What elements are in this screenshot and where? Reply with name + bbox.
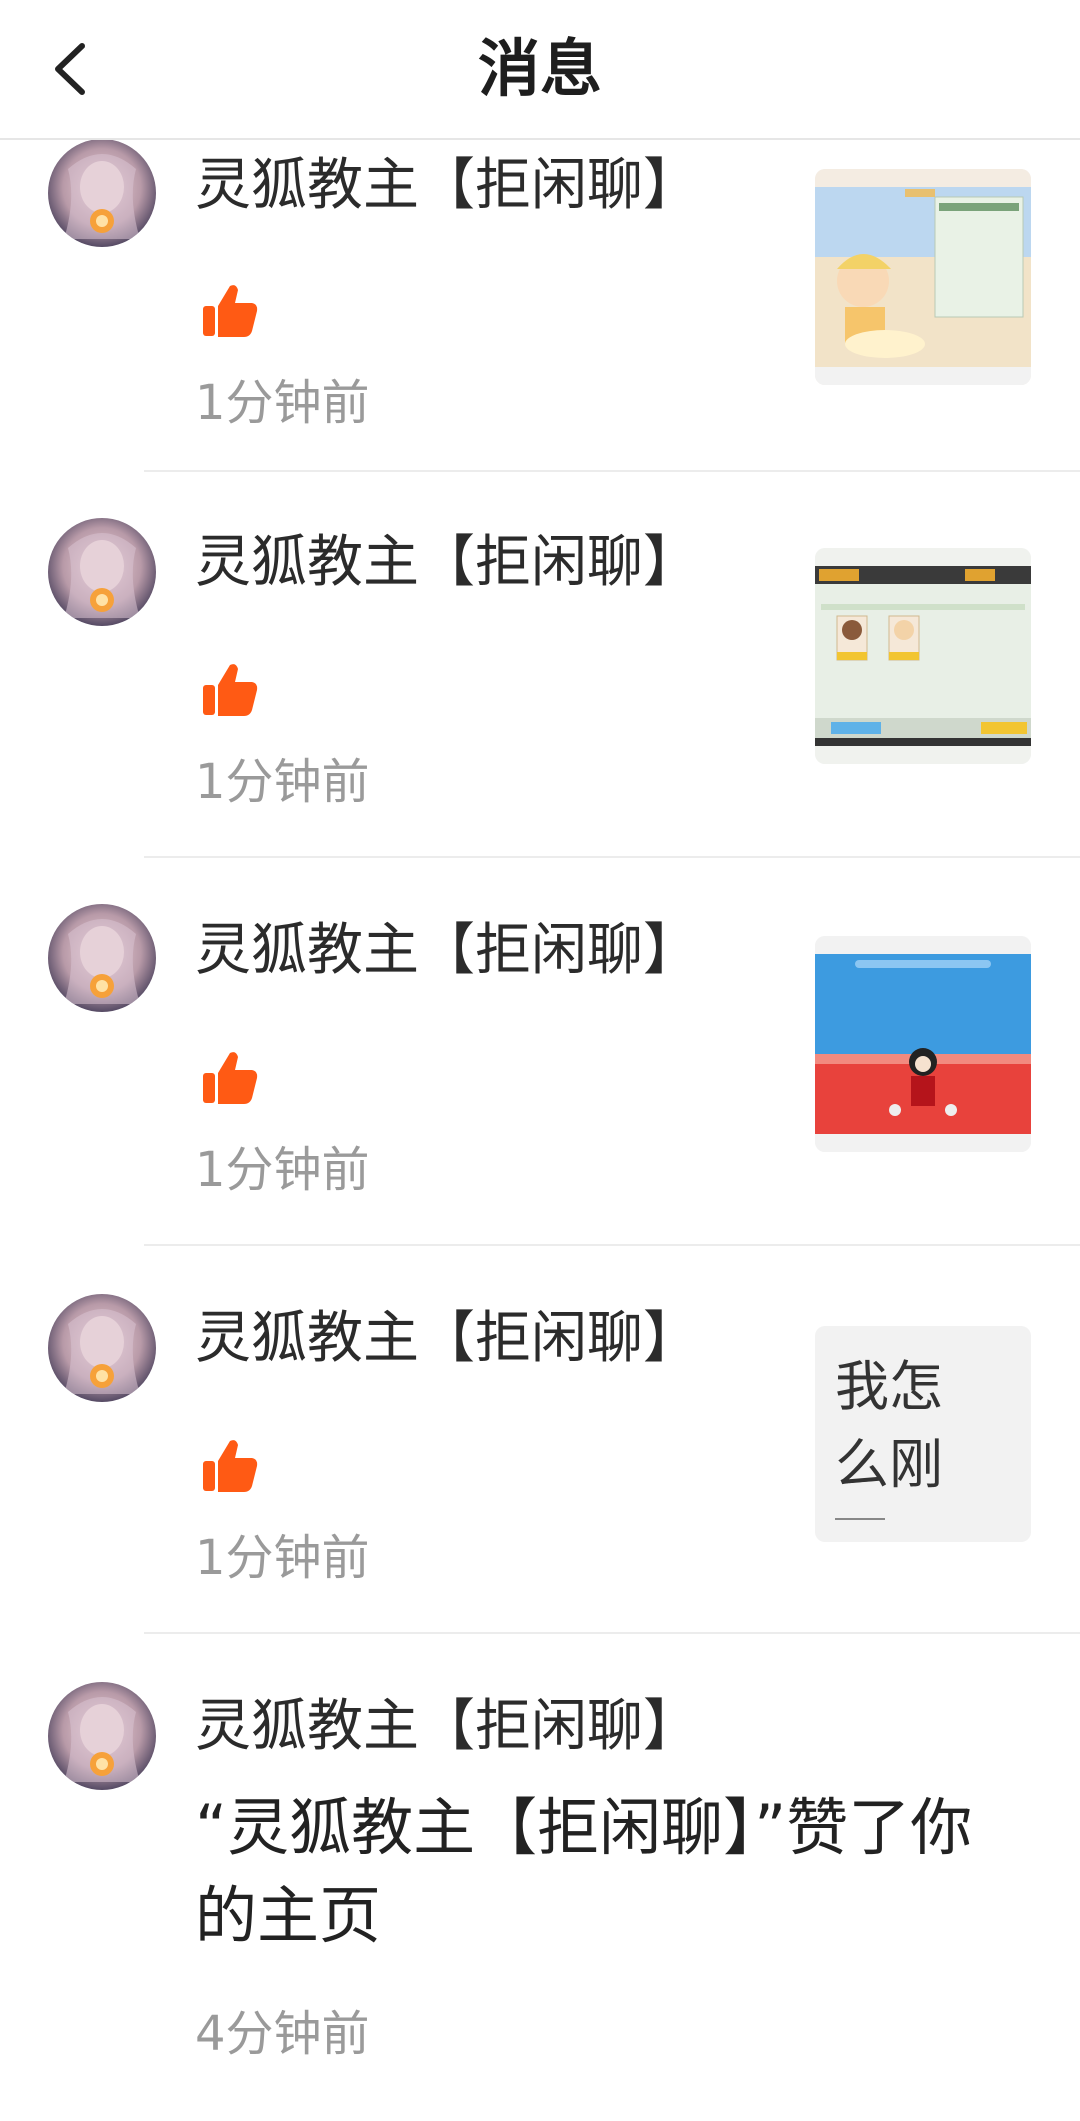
avatar[interactable] (48, 904, 156, 1012)
avatar[interactable] (48, 1294, 156, 1402)
preview-text[interactable]: 我怎么刚 (815, 1326, 1031, 1542)
timestamp: 4分钟前 (195, 2006, 370, 2062)
list-item[interactable]: 灵狐教主【拒闲聊】 1分钟前 (0, 139, 1080, 472)
thumbs-up-icon (200, 281, 260, 341)
sender-name: 灵狐教主【拒闲聊】 (195, 1306, 699, 1371)
list-item[interactable]: 灵狐教主【拒闲聊】 1分钟前 (0, 472, 1080, 858)
timestamp: 1分钟前 (195, 754, 370, 810)
avatar[interactable] (48, 139, 156, 247)
list-item[interactable]: 灵狐教主【拒闲聊】 1分钟前 我怎么刚 (0, 1246, 1080, 1634)
preview-thumbnail[interactable] (815, 936, 1031, 1152)
preview-thumbnail[interactable] (815, 548, 1031, 764)
avatar[interactable] (48, 1682, 156, 1790)
sender-name: 灵狐教主【拒闲聊】 (195, 918, 699, 983)
sender-name: 灵狐教主【拒闲聊】 (195, 530, 699, 595)
timestamp: 1分钟前 (195, 375, 370, 431)
preview-text-content: 我怎么刚 (835, 1355, 943, 1496)
thumbs-up-icon (200, 660, 260, 720)
list-item[interactable]: 灵狐教主【拒闲聊】 “灵狐教主【拒闲聊】”赞了你的主页 4分钟前 (0, 1634, 1080, 2114)
timestamp: 1分钟前 (195, 1142, 370, 1198)
list-item[interactable]: 灵狐教主【拒闲聊】 1分钟前 (0, 858, 1080, 1246)
preview-thumbnail[interactable] (815, 169, 1031, 385)
ellipsis-line (835, 1518, 885, 1520)
avatar[interactable] (48, 518, 156, 626)
sender-name: 灵狐教主【拒闲聊】 (195, 1694, 699, 1759)
message-text: “灵狐教主【拒闲聊】”赞了你的主页 (195, 1791, 973, 1952)
message-list: 灵狐教主【拒闲聊】 1分钟前 灵狐教主【拒闲聊】 1分钟前 灵狐教主【拒闲聊】 … (0, 139, 1080, 2114)
page-title: 消息 (477, 32, 602, 105)
timestamp: 1分钟前 (195, 1530, 370, 1586)
top-bar: 消息 (0, 0, 1080, 140)
thumbs-up-icon (200, 1048, 260, 1108)
sender-name: 灵狐教主【拒闲聊】 (195, 153, 699, 218)
thumbs-up-icon (200, 1436, 260, 1496)
